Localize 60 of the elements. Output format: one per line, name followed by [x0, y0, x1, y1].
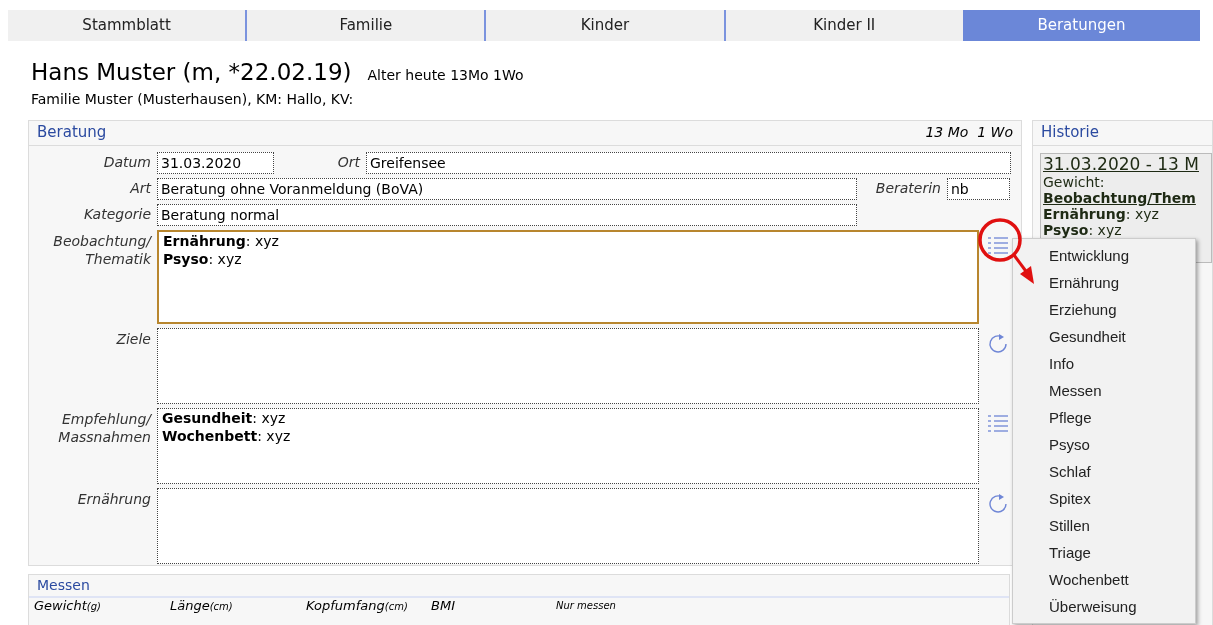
panel-title: Messen	[37, 575, 90, 595]
field-label: Kategorie	[82, 205, 151, 224]
advisor-field[interactable]: nb	[947, 177, 1010, 200]
place-field[interactable]: Greifensee	[366, 151, 1011, 174]
menu-item[interactable]: Erziehung	[1013, 296, 1195, 323]
text-line: Wochenbett: xyz	[162, 426, 291, 445]
column-label: Gewicht(g)	[34, 596, 102, 615]
age-text: 13 Mo 1 Wo	[925, 123, 1013, 142]
text-area[interactable]: Gesundheit: xyz Wochenbett: xyz	[157, 407, 979, 484]
field-label: Beobachtung/ Thematik	[52, 231, 151, 268]
history-line: Gewicht:	[1043, 173, 1105, 190]
field-label: Beraterin	[874, 179, 941, 198]
refresh-icon[interactable]	[987, 332, 1009, 355]
field-label: Ernährung	[76, 489, 151, 508]
panel-title: Historie	[1041, 122, 1099, 144]
column-label: Kopfumfang(cm)	[306, 596, 409, 615]
menu-item[interactable]: Stillen	[1013, 512, 1195, 539]
menu-item[interactable]: Psyso	[1013, 431, 1195, 458]
menu-item[interactable]: Messen	[1013, 377, 1195, 404]
type-field[interactable]: Beratung ohne Voranmeldung (BoVA)	[157, 177, 857, 200]
column-label: Länge(cm)	[170, 596, 234, 615]
measure-only-button[interactable]: Nur messen	[556, 598, 616, 613]
column-label: BMI	[431, 596, 456, 615]
field-label: Datum	[102, 153, 151, 172]
history-line: Beobachtung/Them	[1043, 189, 1196, 206]
entry-title: 31.03.2020 - 13 M	[1043, 153, 1199, 174]
menu-item[interactable]: Pflege	[1013, 404, 1195, 431]
menu-item[interactable]: Gesundheit	[1013, 323, 1195, 350]
field-label: Empfehlung/ Massnahmen	[57, 409, 151, 446]
history-line: Psyso: xyz	[1043, 221, 1122, 238]
text-line: Ernährung: xyz	[163, 231, 279, 250]
age-text: Alter heute 13Mo 1Wo	[367, 66, 524, 85]
text-line: Psyso: xyz	[163, 249, 242, 268]
refresh-icon[interactable]	[987, 492, 1009, 515]
text-area[interactable]: Ernährung: xyz Psyso: xyz	[157, 229, 979, 324]
history-line: Ernährung: xyz	[1043, 205, 1159, 222]
menu-item[interactable]: Wochenbett	[1013, 566, 1195, 593]
tab[interactable]: Familie	[245, 10, 485, 41]
menu-item[interactable]: Info	[1013, 350, 1195, 377]
field-label: Ort	[336, 153, 360, 172]
family-text: Familie Muster (Musterhausen), KM: Hallo, KV:	[31, 89, 355, 108]
panel-title: Beratung	[37, 122, 107, 144]
list-icon[interactable]	[987, 412, 1009, 433]
patient-name: Hans Muster (m, *22.02.19)	[31, 58, 352, 87]
field-label: Ziele	[115, 329, 151, 348]
menu-item[interactable]: Schlaf	[1013, 458, 1195, 485]
text-line: Gesundheit: xyz	[162, 408, 286, 427]
category-field[interactable]: Beratung normal	[157, 203, 857, 226]
date-field[interactable]: 31.03.2020	[157, 151, 274, 174]
tab[interactable]: Kinder	[484, 10, 724, 41]
list-icon[interactable]	[987, 234, 1009, 255]
tab[interactable]: Kinder II	[723, 10, 963, 41]
menu-item[interactable]: Überweisung	[1013, 593, 1195, 620]
text-area[interactable]	[157, 327, 979, 404]
menu-item[interactable]: Ernährung	[1013, 269, 1195, 296]
menu-item[interactable]: Triage	[1013, 539, 1195, 566]
field-label: Art	[128, 179, 151, 198]
tab[interactable]: Stammblatt	[8, 10, 246, 41]
text-area[interactable]	[157, 487, 979, 564]
menu-item[interactable]: Spitex	[1013, 485, 1195, 512]
